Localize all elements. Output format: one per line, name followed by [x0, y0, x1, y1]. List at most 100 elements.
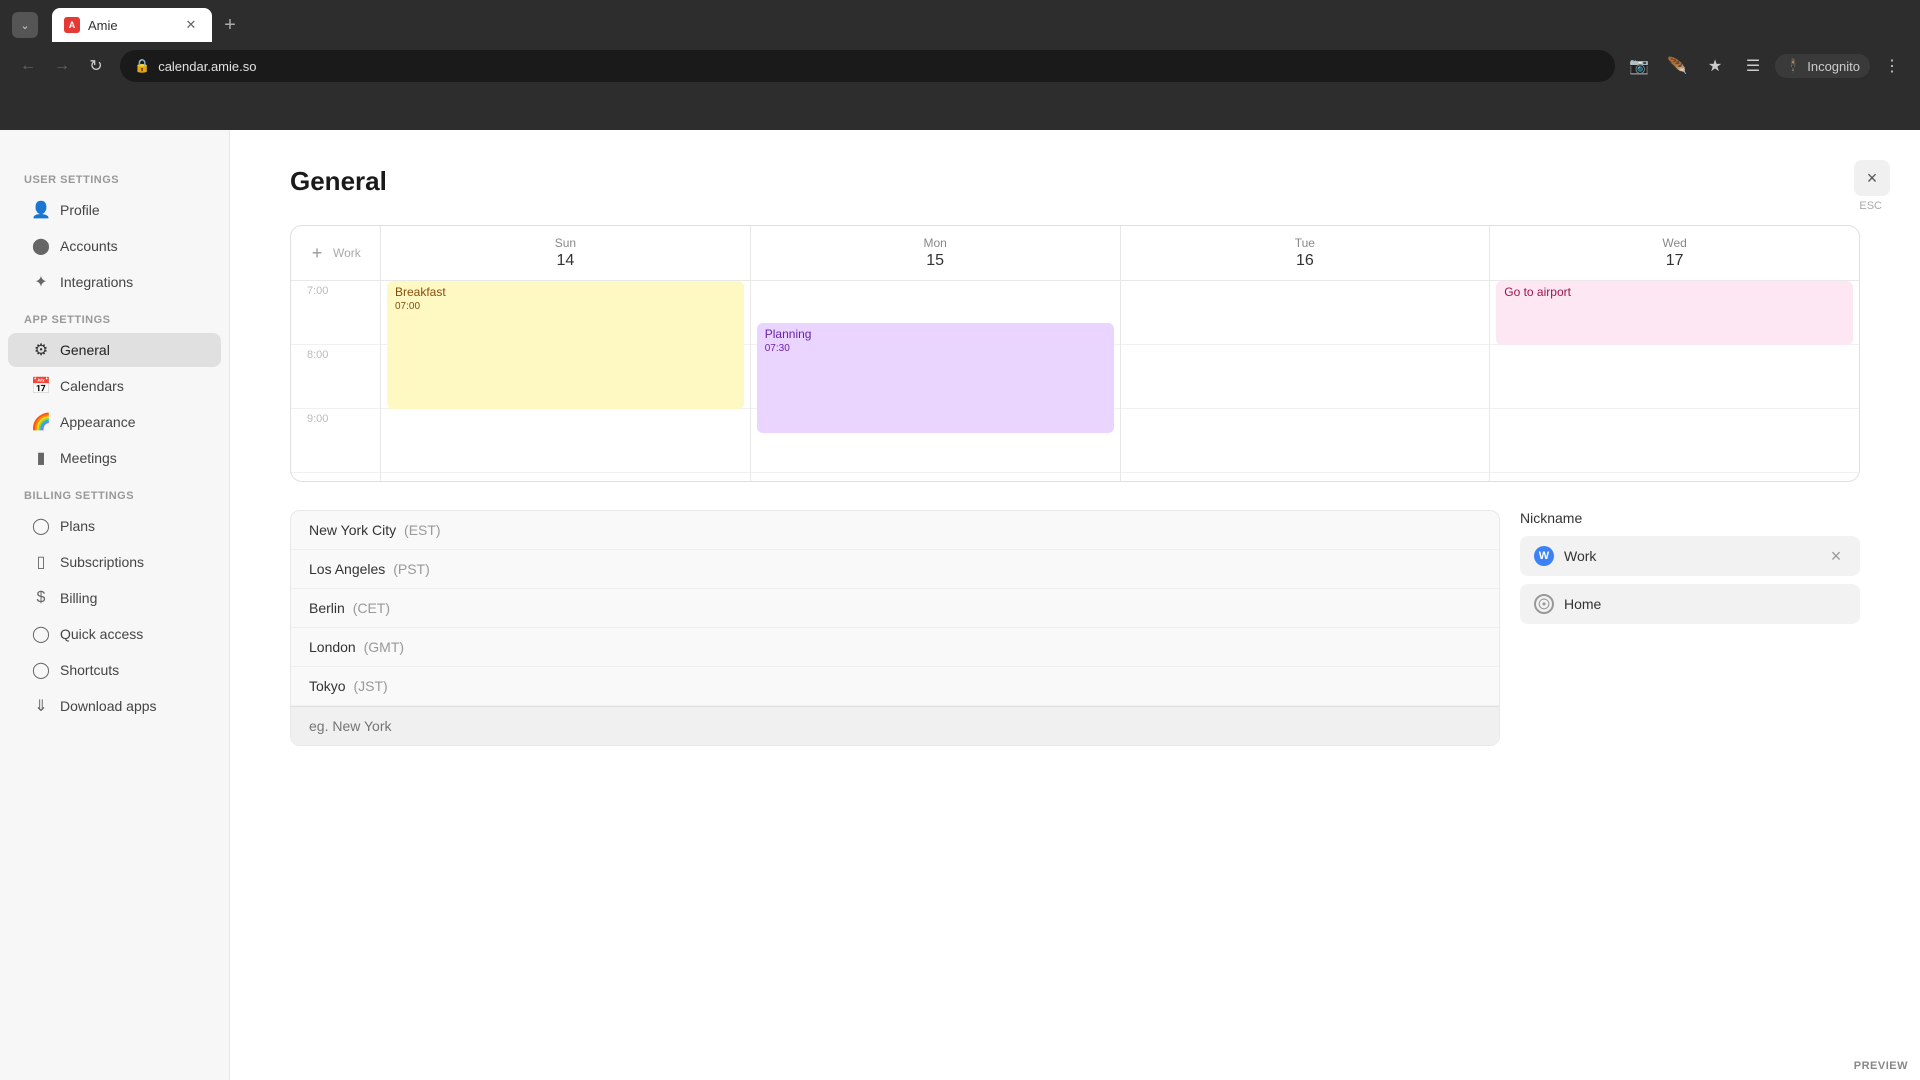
sidebar-item-integrations[interactable]: ✦ Integrations [8, 265, 221, 299]
tab-group-button[interactable]: ⌄ [12, 12, 38, 38]
cal-sidebar-header: + Work [291, 226, 381, 280]
cal-day-num-mon: 15 [767, 252, 1104, 270]
cal-events-wed: Go to airport [1490, 281, 1859, 481]
cal-time-800: 8:00 [291, 345, 380, 409]
cal-day-mon: Mon 15 [751, 226, 1121, 280]
cal-work-label: Work [333, 246, 361, 260]
calendar-preview: + Work Sun 14 Mon 15 Tue 16 Wed 17 [290, 225, 1860, 482]
cal-day-name-mon: Mon [767, 236, 1104, 250]
back-button[interactable]: ← [12, 50, 44, 82]
shortcuts-icon: ◯ [32, 661, 50, 679]
cal-day-num-tue: 16 [1137, 252, 1474, 270]
cal-day-name-wed: Wed [1506, 236, 1843, 250]
reload-button[interactable]: ↻ [80, 50, 112, 82]
toolbar: ← → ↻ 🔒 calendar.amie.so 📷 🪶 ★ ☰ 🕴 Incog… [0, 42, 1920, 90]
main-content: General + Work Sun 14 Mon 15 Tue [230, 130, 1920, 1080]
sidebar-item-billing-label: Billing [60, 590, 97, 606]
security-lock-icon: 🔒 [134, 58, 150, 74]
sidebar-item-plans[interactable]: ◯ Plans [8, 509, 221, 543]
sidebar-item-general-label: General [60, 342, 110, 358]
sidebar-item-plans-label: Plans [60, 518, 95, 534]
timezone-item-berlin[interactable]: Berlin (CET) [291, 589, 1499, 628]
calendar-header: + Work Sun 14 Mon 15 Tue 16 Wed 17 [291, 226, 1859, 281]
cal-time-column: 7:00 8:00 9:00 [291, 281, 381, 481]
subscriptions-icon: ▯ [32, 553, 50, 571]
billing-icon: $ [32, 589, 50, 607]
sidebar-item-appearance[interactable]: 🌈 Appearance [8, 405, 221, 439]
sidebar-item-subscriptions-label: Subscriptions [60, 554, 144, 570]
integrations-icon: ✦ [32, 273, 50, 291]
extensions-icon[interactable]: 🪶 [1661, 50, 1693, 82]
sidebar-toggle-button[interactable]: ☰ [1737, 50, 1769, 82]
plans-icon: ◯ [32, 517, 50, 535]
incognito-label: Incognito [1807, 59, 1860, 74]
sidebar-item-accounts[interactable]: ⬤ Accounts [8, 229, 221, 263]
tab-navigation: ⌄ [12, 12, 44, 38]
event-planning[interactable]: Planning 07:30 [757, 323, 1114, 433]
nickname-item-home: ☉ Home [1520, 584, 1860, 624]
nickname-home-text: Home [1564, 596, 1846, 612]
cal-day-num-sun: 14 [397, 252, 734, 270]
sidebar-item-profile[interactable]: 👤 Profile [8, 193, 221, 227]
sidebar-item-calendars[interactable]: 📅 Calendars [8, 369, 221, 403]
nickname-section: Nickname W Work × ☉ Home [1520, 510, 1860, 746]
bookmark-icon[interactable]: ★ [1699, 50, 1731, 82]
cal-day-sun: Sun 14 [381, 226, 751, 280]
url-display: calendar.amie.so [158, 59, 1601, 74]
active-tab[interactable]: A Amie ✕ [52, 8, 212, 42]
incognito-icon: 🕴 [1785, 58, 1801, 74]
tab-bar: ⌄ A Amie ✕ + [0, 0, 1920, 42]
address-bar[interactable]: 🔒 calendar.amie.so [120, 50, 1615, 82]
nickname-label: Nickname [1520, 510, 1860, 526]
event-planning-title: Planning [765, 327, 1106, 341]
event-airport-title: Go to airport [1504, 285, 1845, 299]
timezone-item-tokyo[interactable]: Tokyo (JST) [291, 667, 1499, 706]
event-breakfast[interactable]: Breakfast 07:00 [387, 281, 744, 409]
new-tab-button[interactable]: + [216, 11, 244, 39]
cal-day-tue: Tue 16 [1121, 226, 1491, 280]
profile-icon: 👤 [32, 201, 50, 219]
nav-buttons: ← → ↻ [12, 50, 112, 82]
cal-time-900: 9:00 [291, 409, 380, 473]
cal-time-label-800: 8:00 [307, 349, 328, 361]
browser-chrome: ⌄ A Amie ✕ + ← → ↻ 🔒 calendar.amie.so 📷 … [0, 0, 1920, 130]
download-apps-icon: ⇓ [32, 697, 50, 715]
cal-time-label-700: 7:00 [307, 285, 328, 297]
close-settings-button[interactable]: × [1854, 160, 1890, 196]
menu-button[interactable]: ⋮ [1876, 50, 1908, 82]
cal-events-mon: Planning 07:30 [751, 281, 1121, 481]
sidebar-item-integrations-label: Integrations [60, 274, 133, 290]
screen-capture-icon[interactable]: 📷 [1623, 50, 1655, 82]
calendar-body: 7:00 8:00 9:00 Breakfast [291, 281, 1859, 481]
appearance-icon: 🌈 [32, 413, 50, 431]
nickname-dot-work: W [1534, 546, 1554, 566]
sidebar-item-billing[interactable]: $ Billing [8, 581, 221, 615]
sidebar-item-download-apps[interactable]: ⇓ Download apps [8, 689, 221, 723]
sidebar-item-calendars-label: Calendars [60, 378, 124, 394]
timezone-search-input[interactable] [291, 707, 1499, 745]
cal-day-name-tue: Tue [1137, 236, 1474, 250]
timezone-item-london[interactable]: London (GMT) [291, 628, 1499, 667]
event-breakfast-time: 07:00 [395, 301, 736, 312]
sidebar-item-meetings-label: Meetings [60, 450, 117, 466]
incognito-badge: 🕴 Incognito [1775, 54, 1870, 78]
nickname-dot-home: ☉ [1534, 594, 1554, 614]
forward-button[interactable]: → [46, 50, 78, 82]
timezone-item-nyc[interactable]: New York City (EST) [291, 511, 1499, 550]
sidebar-item-profile-label: Profile [60, 202, 100, 218]
quick-access-icon: ◯ [32, 625, 50, 643]
nickname-work-remove-button[interactable]: × [1826, 546, 1846, 566]
meetings-icon: ▮ [32, 449, 50, 467]
sidebar-item-quick-access[interactable]: ◯ Quick access [8, 617, 221, 651]
timezone-list: New York City (EST) Los Angeles (PST) Be… [290, 510, 1500, 746]
timezone-item-la[interactable]: Los Angeles (PST) [291, 550, 1499, 589]
tab-close-button[interactable]: ✕ [182, 16, 200, 34]
sidebar-item-general[interactable]: ⚙ General [8, 333, 221, 367]
sidebar-item-shortcuts[interactable]: ◯ Shortcuts [8, 653, 221, 687]
page-title: General [290, 166, 1860, 197]
cal-events-tue [1121, 281, 1491, 481]
cal-add-button[interactable]: + [307, 243, 327, 263]
event-airport[interactable]: Go to airport [1496, 281, 1853, 345]
sidebar-item-subscriptions[interactable]: ▯ Subscriptions [8, 545, 221, 579]
sidebar-item-meetings[interactable]: ▮ Meetings [8, 441, 221, 475]
